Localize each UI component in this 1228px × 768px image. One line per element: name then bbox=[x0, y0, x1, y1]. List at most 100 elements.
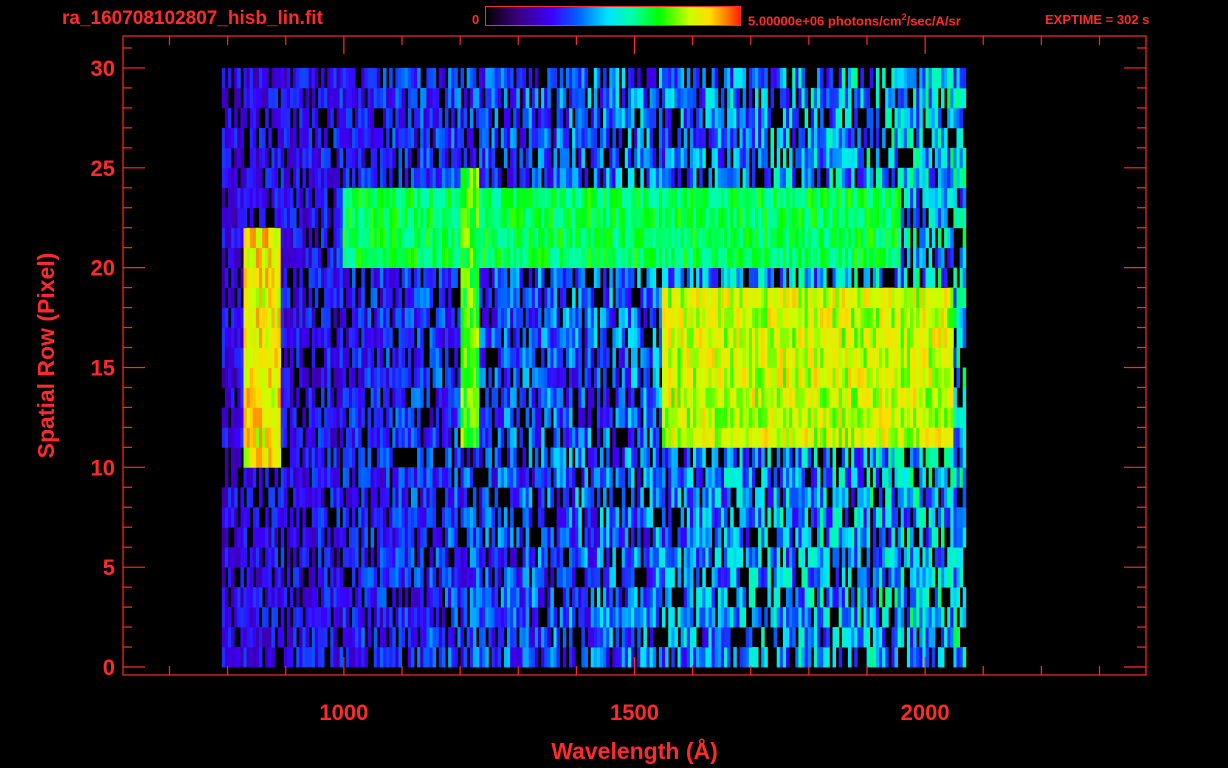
heatmap-cell bbox=[364, 647, 368, 668]
heatmap-cell bbox=[708, 547, 713, 568]
heatmap-cell bbox=[786, 487, 790, 508]
heatmap-cell bbox=[922, 567, 926, 588]
heatmap-cell bbox=[801, 487, 806, 508]
heatmap-cell bbox=[420, 627, 424, 648]
heatmap-cell bbox=[615, 187, 620, 209]
heatmap-cell bbox=[686, 567, 691, 588]
heatmap-cell bbox=[888, 547, 892, 568]
heatmap-cell bbox=[705, 487, 709, 508]
heatmap-cell bbox=[305, 387, 310, 408]
heatmap-cell bbox=[445, 167, 449, 189]
heatmap-cell bbox=[476, 407, 480, 428]
heatmap-cell bbox=[587, 487, 592, 508]
heatmap-cell bbox=[705, 627, 709, 648]
heatmap-cell bbox=[810, 567, 815, 588]
heatmap-cell bbox=[221, 187, 226, 209]
heatmap-cell bbox=[786, 527, 790, 548]
heatmap-cell bbox=[410, 407, 415, 428]
heatmap-cell bbox=[274, 307, 279, 328]
heatmap-cell bbox=[426, 147, 430, 169]
heatmap-cell bbox=[658, 387, 663, 408]
heatmap-cell bbox=[420, 567, 424, 588]
heatmap-cell bbox=[615, 587, 620, 608]
heatmap-cell bbox=[947, 367, 951, 388]
heatmap-cell bbox=[755, 327, 759, 348]
heatmap-cell bbox=[407, 207, 412, 229]
heatmap-cell bbox=[634, 407, 638, 428]
heatmap-cell bbox=[423, 147, 427, 169]
heatmap-cell bbox=[460, 327, 465, 348]
heatmap-cell bbox=[860, 187, 864, 209]
heatmap-cell bbox=[541, 547, 545, 568]
heatmap-cell bbox=[513, 207, 517, 229]
heatmap-cell bbox=[361, 367, 365, 388]
heatmap-cell bbox=[736, 287, 740, 308]
heatmap-cell bbox=[658, 527, 663, 548]
heatmap-cell bbox=[271, 407, 275, 428]
heatmap-cell bbox=[662, 647, 666, 668]
heatmap-cell bbox=[767, 187, 771, 209]
heatmap-cell bbox=[367, 347, 372, 368]
heatmap-cell bbox=[786, 327, 790, 348]
heatmap-cell bbox=[420, 387, 424, 408]
heatmap-cell bbox=[671, 567, 675, 588]
heatmap-cell bbox=[417, 467, 421, 488]
heatmap-cell bbox=[593, 527, 598, 548]
heatmap-cell bbox=[810, 427, 815, 448]
heatmap-cell bbox=[361, 487, 365, 508]
heatmap-cell bbox=[296, 247, 300, 269]
heatmap-cell bbox=[844, 587, 849, 608]
heatmap-cell bbox=[758, 567, 762, 588]
heatmap-cell bbox=[696, 327, 700, 348]
heatmap-cell bbox=[668, 527, 672, 548]
heatmap-cell bbox=[376, 247, 381, 269]
heatmap-cell bbox=[888, 587, 892, 608]
heatmap-cell bbox=[925, 587, 930, 608]
heatmap-cell bbox=[947, 607, 951, 628]
heatmap-cell bbox=[600, 507, 604, 528]
heatmap-cell bbox=[866, 227, 871, 249]
heatmap-cell bbox=[727, 547, 731, 568]
heatmap-cell bbox=[786, 467, 790, 488]
heatmap-cell bbox=[330, 267, 334, 289]
heatmap-cell bbox=[882, 167, 886, 189]
heatmap-cell bbox=[370, 587, 375, 608]
heatmap-cell bbox=[807, 387, 812, 408]
heatmap-cell bbox=[634, 587, 638, 608]
heatmap-cell bbox=[531, 367, 536, 388]
heatmap-cell bbox=[736, 427, 740, 448]
heatmap-cell bbox=[339, 387, 344, 408]
heatmap-cell bbox=[479, 187, 483, 209]
heatmap-cell bbox=[379, 527, 384, 548]
heatmap-cell bbox=[271, 227, 275, 249]
heatmap-cell bbox=[314, 647, 319, 668]
heatmap-cell bbox=[314, 187, 319, 209]
heatmap-cell bbox=[615, 507, 620, 528]
heatmap-cell bbox=[786, 247, 790, 269]
heatmap-cell bbox=[432, 227, 437, 249]
heatmap-cell bbox=[423, 167, 427, 189]
heatmap-cell bbox=[956, 647, 961, 668]
heatmap-cell bbox=[584, 427, 589, 448]
heatmap-cell bbox=[448, 527, 452, 548]
heatmap-cell bbox=[767, 307, 771, 328]
heatmap-cell bbox=[255, 287, 260, 308]
heatmap-cell bbox=[835, 167, 840, 189]
heatmap-cell bbox=[934, 387, 939, 408]
heatmap-cell bbox=[497, 507, 502, 528]
heatmap-cell bbox=[317, 447, 322, 468]
heatmap-cell bbox=[479, 287, 483, 308]
heatmap-cell bbox=[755, 307, 759, 328]
heatmap-cell bbox=[457, 367, 461, 388]
heatmap-cell bbox=[603, 627, 607, 648]
heatmap-cell bbox=[813, 287, 818, 308]
heatmap-cell bbox=[321, 527, 325, 548]
heatmap-cell bbox=[804, 327, 809, 348]
heatmap-cell bbox=[888, 407, 892, 428]
heatmap-cell bbox=[897, 587, 902, 608]
heatmap-cell bbox=[553, 187, 558, 209]
heatmap-cell bbox=[708, 527, 713, 548]
heatmap-cell bbox=[538, 427, 542, 448]
heatmap-cell bbox=[228, 367, 232, 388]
heatmap-cell bbox=[838, 167, 843, 189]
